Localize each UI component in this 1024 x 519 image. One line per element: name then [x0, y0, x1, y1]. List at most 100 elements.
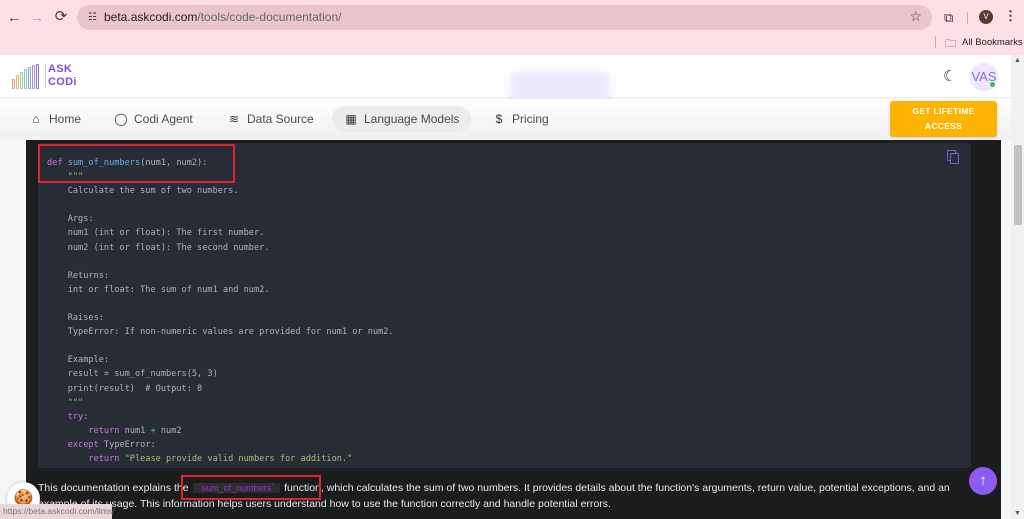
- code-token: Returns:: [47, 270, 110, 281]
- code-token: return: [47, 425, 125, 436]
- scroll-up-arrow-icon[interactable]: ▲: [1014, 57, 1021, 64]
- code-token: num1 (int or float): The first number.: [47, 228, 265, 239]
- code-line: result = sum_of_numbers(5, 3): [47, 369, 218, 379]
- logo-separator: [45, 64, 46, 88]
- code-line: int or float: The sum of num1 and num2.: [47, 284, 270, 295]
- code-token: num1: [124, 425, 151, 436]
- logo-line-1: ASK: [48, 63, 73, 75]
- url-path: /tools/code-documentation/: [197, 10, 342, 24]
- user-avatar[interactable]: VAS: [970, 63, 998, 91]
- copy-icon[interactable]: [945, 149, 961, 165]
- folder-icon: 🗀: [945, 38, 956, 50]
- code-line: Example:: [47, 355, 109, 365]
- code-token: Args:: [47, 214, 94, 225]
- code-line: print(result) # Output: 8: [47, 383, 203, 394]
- dollar-icon: $: [495, 112, 503, 126]
- url-text[interactable]: beta.askcodi.com/tools/code-documentatio…: [104, 10, 341, 24]
- profile-avatar[interactable]: V: [979, 10, 993, 24]
- dark-mode-moon-icon[interactable]: ☾: [943, 67, 956, 85]
- code-line: num2 (int or float): The second number.: [47, 242, 270, 253]
- bookmarks-divider: [935, 36, 936, 48]
- page-scrollbar[interactable]: ▲ ▼: [1011, 55, 1024, 519]
- code-token: num2 (int or float): The second number.: [47, 242, 270, 253]
- code-line: Raises:: [47, 313, 104, 323]
- browser-toolbar: ← → ⟳ ☷ beta.askcodi.com/tools/code-docu…: [0, 4, 1024, 30]
- code-token: try: [47, 411, 84, 422]
- nav-item-codi-agent[interactable]: ◯ Codi Agent: [106, 106, 201, 132]
- get-lifetime-access-button[interactable]: GET LIFETIME ACCESS: [890, 101, 997, 137]
- annotation-box-function-def: [38, 144, 235, 183]
- code-line: Returns:: [47, 271, 109, 281]
- code-token: Calculate the sum of two numbers.: [47, 186, 239, 197]
- page: ASK CODi ☾ VAS ⌂ Home ◯ Codi Agent ≋ Data S…: [0, 55, 1011, 519]
- code-block: def sum_of_numbers(num1, num2): """ Calc…: [38, 143, 971, 468]
- toolbar-divider: [967, 12, 968, 24]
- home-icon: ⌂: [32, 112, 40, 126]
- main-nav: ⌂ Home ◯ Codi Agent ≋ Data Source ▦ Language…: [0, 99, 1011, 139]
- code-token: num2: [155, 425, 182, 436]
- back-arrow-icon[interactable]: ←: [4, 7, 24, 27]
- code-content: def sum_of_numbers(num1, num2): """ Calc…: [47, 156, 394, 466]
- code-token: Raises:: [47, 313, 104, 324]
- scrollbar-thumb[interactable]: [1014, 145, 1022, 225]
- code-token: except: [47, 439, 104, 450]
- cta-line-2: ACCESS: [924, 121, 963, 131]
- all-bookmarks-link[interactable]: All Bookmarks: [962, 37, 1023, 48]
- code-token: int or float: The sum of num1 and num2.: [47, 284, 270, 295]
- code-token: return: [47, 453, 125, 464]
- code-line: num1 (int or float): The first number.: [47, 228, 265, 239]
- chat-bubble-icon: ◯: [114, 112, 128, 126]
- nav-item-home[interactable]: ⌂ Home: [21, 106, 89, 132]
- code-token: Example:: [47, 355, 110, 366]
- nav-item-label: Data Source: [247, 112, 314, 126]
- nav-item-label: Codi Agent: [134, 112, 193, 126]
- browser-chrome: ← → ⟳ ☷ beta.askcodi.com/tools/code-docu…: [0, 0, 1024, 55]
- nav-item-language-models[interactable]: ▦ Language Models: [332, 106, 472, 132]
- code-token: TypeError: If non-numeric values are pro…: [47, 327, 394, 338]
- address-bar[interactable]: ☷ beta.askcodi.com/tools/code-documentat…: [77, 5, 932, 30]
- extensions-icon[interactable]: ⧉: [944, 10, 953, 26]
- code-token: :: [83, 411, 89, 422]
- nav-item-data-source[interactable]: ≋ Data Source: [219, 106, 322, 132]
- online-status-dot: [990, 82, 995, 87]
- nav-item-label: Pricing: [512, 112, 549, 126]
- code-line: except TypeError:: [47, 440, 156, 450]
- code-line: Args:: [47, 214, 94, 224]
- browser-menu-icon[interactable]: ⋮: [1004, 8, 1017, 24]
- annotation-box-inline-code: [181, 475, 321, 500]
- code-token: """: [47, 397, 84, 408]
- documentation-description: This documentation explains the `sum_of_n…: [38, 480, 973, 512]
- models-icon: ▦: [345, 112, 357, 126]
- scroll-down-arrow-icon[interactable]: ▼: [1014, 510, 1021, 517]
- scroll-to-top-button[interactable]: ↑: [969, 467, 997, 495]
- code-token: print(result) # Output: 8: [47, 383, 203, 394]
- logo-bars-icon: [12, 64, 42, 89]
- forward-arrow-icon[interactable]: →: [27, 7, 47, 27]
- code-line: return num1 + num2: [47, 425, 182, 436]
- cta-line-1: GET LIFETIME: [912, 106, 975, 116]
- code-token: TypeError:: [103, 439, 156, 450]
- database-icon: ≋: [228, 112, 240, 126]
- reload-icon[interactable]: ⟳: [51, 7, 71, 27]
- url-host: beta.askcodi.com: [104, 10, 198, 24]
- askcodi-logo[interactable]: ASK CODi: [12, 62, 82, 92]
- nav-item-pricing[interactable]: $ Pricing: [484, 106, 557, 132]
- logo-text: ASK CODi: [48, 63, 77, 89]
- code-token: result = sum_of_numbers(5, 3): [47, 369, 218, 380]
- site-header: ASK CODi ☾ VAS: [0, 55, 1011, 109]
- status-bar-url: https://beta.askcodi.com/llms/: [0, 504, 115, 519]
- code-line: Calculate the sum of two numbers.: [47, 186, 239, 197]
- copy-icon-front: [950, 153, 959, 164]
- bookmarks-bar: 🗀 All Bookmarks: [0, 32, 1024, 52]
- bookmark-star-icon[interactable]: ☆: [909, 8, 922, 25]
- code-line: TypeError: If non-numeric values are pro…: [47, 327, 394, 337]
- description-before: This documentation explains the: [38, 482, 189, 494]
- logo-line-2: CODi: [48, 76, 77, 88]
- code-line: """: [47, 397, 84, 408]
- code-line: return "Please provide valid numbers for…: [47, 454, 352, 464]
- nav-item-label: Language Models: [364, 112, 460, 126]
- code-token: "Please provide valid numbers for additi…: [124, 453, 353, 464]
- site-info-icon[interactable]: ☷: [86, 11, 99, 24]
- nav-item-label: Home: [49, 112, 82, 126]
- code-line: try:: [47, 411, 89, 422]
